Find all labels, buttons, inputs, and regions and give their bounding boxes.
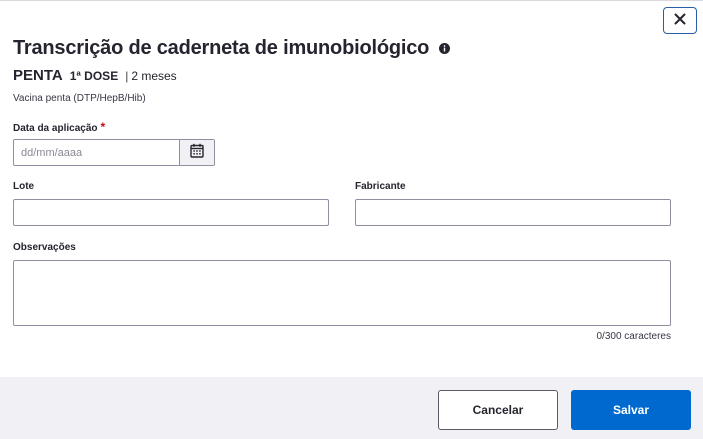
vaccine-description: Vacina penta (DTP/HepB/Hib) xyxy=(13,93,146,104)
date-label: Data da aplicação * xyxy=(13,120,105,134)
vaccine-info: PENTA 1ª DOSE | 2 meses xyxy=(13,67,177,84)
vaccine-sigla: PENTA xyxy=(13,67,63,84)
date-label-text: Data da aplicação xyxy=(13,123,98,134)
cancel-button[interactable]: Cancelar xyxy=(438,390,558,430)
vaccine-age: 2 meses xyxy=(131,69,177,83)
save-button[interactable]: Salvar xyxy=(571,390,691,430)
modal-footer: Cancelar Salvar xyxy=(0,377,703,439)
fabricante-label: Fabricante xyxy=(355,181,406,192)
calendar-icon xyxy=(190,143,204,163)
close-button[interactable] xyxy=(663,7,697,34)
calendar-button[interactable] xyxy=(179,140,214,165)
info-icon[interactable] xyxy=(439,43,451,54)
observacoes-textarea[interactable] xyxy=(13,260,671,326)
close-icon xyxy=(674,12,686,30)
required-mark: * xyxy=(100,120,106,134)
vaccine-dose: 1ª DOSE xyxy=(69,69,119,83)
observacoes-label: Observações xyxy=(13,242,76,253)
fabricante-input[interactable] xyxy=(355,199,671,226)
modal-title-row: Transcrição de caderneta de imunobiológi… xyxy=(13,37,451,60)
vaccine-separator: | xyxy=(125,69,129,83)
date-input[interactable] xyxy=(14,140,179,165)
character-counter: 0/300 caracteres xyxy=(596,331,672,342)
modal-title: Transcrição de caderneta de imunobiológi… xyxy=(13,37,430,59)
lote-label: Lote xyxy=(13,181,35,192)
date-field xyxy=(13,139,215,166)
lote-input[interactable] xyxy=(13,199,329,226)
top-divider xyxy=(0,0,703,1)
